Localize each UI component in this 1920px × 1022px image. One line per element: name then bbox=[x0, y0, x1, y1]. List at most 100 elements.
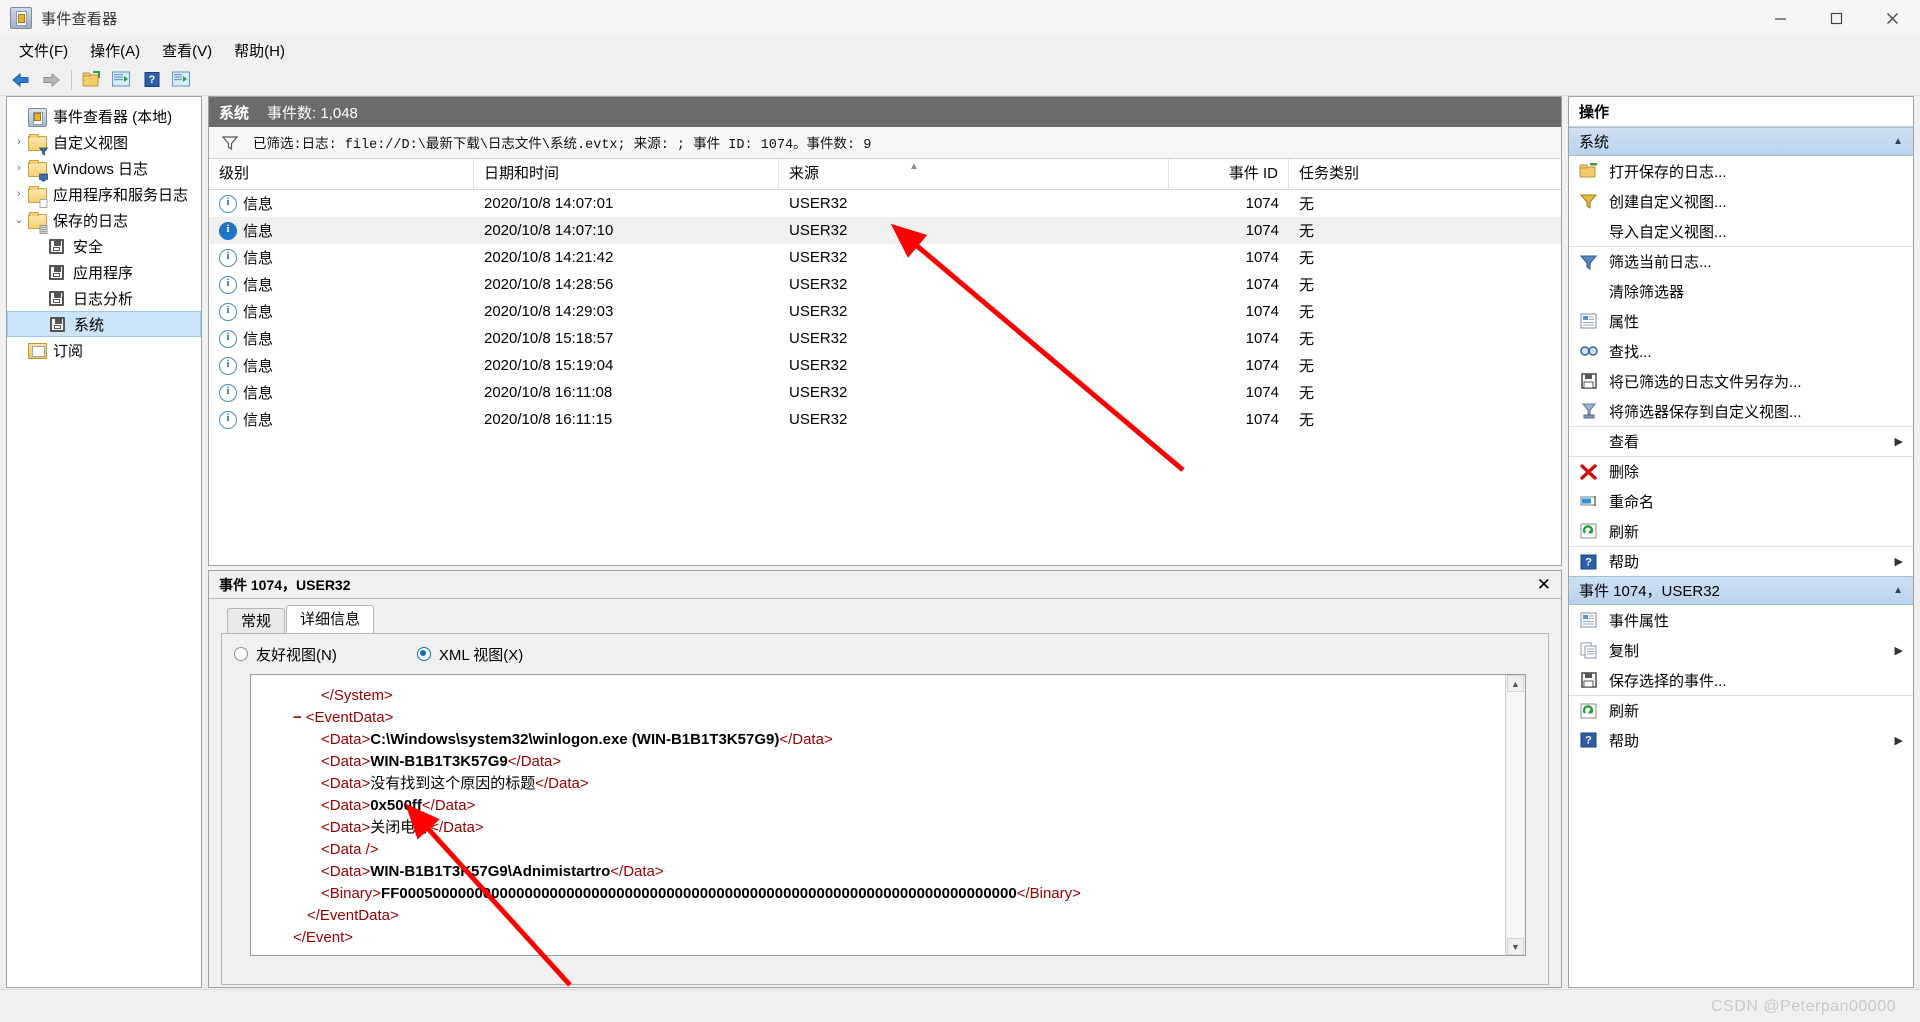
back-arrow-icon[interactable] bbox=[6, 67, 36, 93]
new-custom-view-icon[interactable] bbox=[107, 67, 137, 93]
table-row[interactable]: i 信息 2020/10/8 16:11:08 USER32 1074 无 bbox=[209, 379, 1561, 406]
action-item-label: 保存选择的事件... bbox=[1609, 672, 1727, 690]
column-header-level[interactable]: 级别 bbox=[209, 159, 474, 189]
xml-vertical-scrollbar[interactable]: ▲ ▼ bbox=[1505, 675, 1525, 955]
event-grid-header: 级别 日期和时间 来源 事件 ID 任务类别 ▲ bbox=[209, 159, 1561, 190]
chevron-right-icon[interactable]: ▶ bbox=[1895, 555, 1903, 568]
column-header-datetime[interactable]: 日期和时间 bbox=[474, 159, 779, 189]
open-saved-log-icon[interactable] bbox=[77, 67, 107, 93]
table-row[interactable]: i 信息 2020/10/8 16:11:15 USER32 1074 无 bbox=[209, 406, 1561, 433]
chevron-right-icon[interactable]: ▶ bbox=[1895, 435, 1903, 448]
information-icon: i bbox=[219, 221, 237, 240]
tree-item-7[interactable]: 系统 bbox=[7, 311, 201, 337]
action-item-0-13[interactable]: ? 帮助 ▶ bbox=[1569, 546, 1913, 576]
cell-source: USER32 bbox=[789, 222, 848, 239]
xml-viewer[interactable]: </System> − <EventData> <Data>C:\Windows\sy… bbox=[250, 674, 1526, 956]
actions-group-header[interactable]: 系统 ▲ bbox=[1569, 127, 1913, 156]
action-item-0-5[interactable]: 属性 bbox=[1569, 306, 1913, 336]
radio-xml-label: XML 视图(X) bbox=[438, 646, 524, 664]
chevron-up-icon[interactable]: ▲ bbox=[1893, 136, 1903, 147]
action-item-0-10[interactable]: 删除 bbox=[1569, 456, 1913, 486]
radio-friendly-view[interactable]: 友好视图(N) bbox=[234, 644, 337, 665]
table-row[interactable]: i 信息 2020/10/8 14:29:03 USER32 1074 无 bbox=[209, 298, 1561, 325]
tree-twisty-icon[interactable]: › bbox=[11, 136, 27, 148]
tree-item-6[interactable]: 日志分析 bbox=[7, 285, 201, 311]
chevron-up-icon[interactable]: ▲ bbox=[1893, 585, 1903, 596]
cell-level-text: 信息 bbox=[243, 223, 274, 240]
action-item-0-7[interactable]: 将已筛选的日志文件另存为... bbox=[1569, 366, 1913, 396]
tree-item-4[interactable]: 安全 bbox=[7, 233, 201, 259]
tree-item-2[interactable]: › 应用程序和服务日志 bbox=[7, 181, 201, 208]
action-item-1-4[interactable]: ? 帮助 ▶ bbox=[1569, 725, 1913, 755]
close-detail-icon[interactable]: ✕ bbox=[1537, 576, 1551, 593]
column-header-event-id[interactable]: 事件 ID bbox=[1169, 159, 1289, 189]
xml-tag: <EventData> bbox=[305, 709, 394, 726]
close-button[interactable] bbox=[1864, 0, 1920, 36]
maximize-button[interactable] bbox=[1808, 0, 1864, 36]
table-row[interactable]: i 信息 2020/10/8 14:07:10 USER32 1074 无 bbox=[209, 217, 1561, 244]
tree-item-3[interactable]: ⌄ 保存的日志 bbox=[7, 207, 201, 234]
actions-pane-body: 系统 ▲ 打开保存的日志... 创建自定义视图... 导入自定义视图... 筛选当前日志.… bbox=[1569, 127, 1913, 755]
xml-tag: <Binary> bbox=[321, 885, 382, 902]
action-item-1-3[interactable]: 刷新 bbox=[1569, 695, 1913, 725]
table-row[interactable]: i 信息 2020/10/8 14:28:56 USER32 1074 无 bbox=[209, 271, 1561, 298]
event-grid-body[interactable]: i 信息 2020/10/8 14:07:01 USER32 1074 无 i 信息 2020/… bbox=[209, 190, 1561, 433]
table-row[interactable]: i 信息 2020/10/8 14:07:01 USER32 1074 无 bbox=[209, 190, 1561, 217]
tree-item-1[interactable]: › Windows 日志 bbox=[7, 155, 201, 182]
tree-twisty-icon[interactable]: › bbox=[11, 162, 27, 174]
cell-task-category: 无 bbox=[1299, 385, 1315, 402]
action-item-0-6[interactable]: 查找... bbox=[1569, 336, 1913, 366]
tree-item-0[interactable]: › 自定义视图 bbox=[7, 129, 201, 156]
forward-arrow-icon[interactable] bbox=[36, 67, 66, 93]
navigation-tree-pane[interactable]: 事件查看器 (本地) › 自定义视图 › Windows 日志 › 应用程序和服务日志 ⌄ 保… bbox=[6, 96, 202, 988]
menu-view[interactable]: 查看(V) bbox=[151, 37, 223, 64]
tree-item-label: 保存的日志 bbox=[53, 212, 129, 230]
tree-twisty-icon[interactable]: › bbox=[11, 188, 27, 200]
action-item-1-0[interactable]: 事件属性 bbox=[1569, 605, 1913, 635]
tree-root-item[interactable]: 事件查看器 (本地) bbox=[7, 103, 201, 129]
tab-general[interactable]: 常规 bbox=[227, 608, 286, 633]
tab-details[interactable]: 详细信息 bbox=[286, 605, 375, 633]
help-icon[interactable]: ? bbox=[137, 67, 167, 93]
action-item-0-4[interactable]: 清除筛选器 bbox=[1569, 276, 1913, 306]
scroll-track[interactable] bbox=[1507, 692, 1524, 938]
table-row[interactable]: i 信息 2020/10/8 15:18:57 USER32 1074 无 bbox=[209, 325, 1561, 352]
action-item-0-3[interactable]: 筛选当前日志... bbox=[1569, 246, 1913, 276]
action-item-1-1[interactable]: 复制 ▶ bbox=[1569, 635, 1913, 665]
chevron-right-icon[interactable]: ▶ bbox=[1895, 644, 1903, 657]
actions-group-header[interactable]: 事件 1074，USER32 ▲ bbox=[1569, 576, 1913, 605]
menu-help[interactable]: 帮助(H) bbox=[223, 37, 296, 64]
xml-collapse-icon[interactable]: − bbox=[293, 709, 302, 726]
column-header-task-category[interactable]: 任务类别 bbox=[1289, 159, 1519, 189]
action-item-0-11[interactable]: 重命名 bbox=[1569, 486, 1913, 516]
table-row[interactable]: i 信息 2020/10/8 14:21:42 USER32 1074 无 bbox=[209, 244, 1561, 271]
xml-tag: </Data> bbox=[421, 797, 476, 814]
menu-action[interactable]: 操作(A) bbox=[79, 37, 151, 64]
xml-tag: </Data> bbox=[779, 731, 833, 748]
show-hide-action-pane-icon[interactable] bbox=[167, 67, 197, 93]
tree-twisty-icon[interactable]: ⌄ bbox=[11, 214, 27, 226]
scroll-up-icon[interactable]: ▲ bbox=[1507, 675, 1524, 692]
table-row[interactable]: i 信息 2020/10/8 15:19:04 USER32 1074 无 bbox=[209, 352, 1561, 379]
column-header-source[interactable]: 来源 bbox=[779, 159, 1169, 189]
filter-status-bar[interactable]: 已筛选:日志: file://D:\最新下载\日志文件\系统.evtx; 来源:… bbox=[209, 127, 1561, 159]
tree-item-5[interactable]: 应用程序 bbox=[7, 259, 201, 285]
cell-task-category: 无 bbox=[1299, 250, 1315, 267]
action-item-0-12[interactable]: 刷新 bbox=[1569, 516, 1913, 546]
action-item-1-2[interactable]: 保存选择的事件... bbox=[1569, 665, 1913, 695]
xml-tag: <Data> bbox=[321, 753, 371, 770]
action-item-0-9[interactable]: 查看 ▶ bbox=[1569, 426, 1913, 456]
minimize-button[interactable] bbox=[1752, 0, 1808, 36]
cell-datetime: 2020/10/8 15:19:04 bbox=[484, 357, 614, 374]
action-item-0-8[interactable]: 将筛选器保存到自定义视图... bbox=[1569, 396, 1913, 426]
action-item-0-2[interactable]: 导入自定义视图... bbox=[1569, 216, 1913, 246]
xml-value: WIN-B1B1T3K57G9\Adnimistartro bbox=[370, 863, 611, 880]
radio-xml-view[interactable]: XML 视图(X) bbox=[416, 644, 524, 665]
cell-level: i 信息 bbox=[209, 193, 474, 214]
menu-file[interactable]: 文件(F) bbox=[8, 37, 79, 64]
scroll-down-icon[interactable]: ▼ bbox=[1507, 938, 1524, 955]
chevron-right-icon[interactable]: ▶ bbox=[1895, 734, 1903, 747]
action-item-0-0[interactable]: 打开保存的日志... bbox=[1569, 156, 1913, 186]
tree-item-8[interactable]: 订阅 bbox=[7, 337, 201, 363]
action-item-0-1[interactable]: 创建自定义视图... bbox=[1569, 186, 1913, 216]
